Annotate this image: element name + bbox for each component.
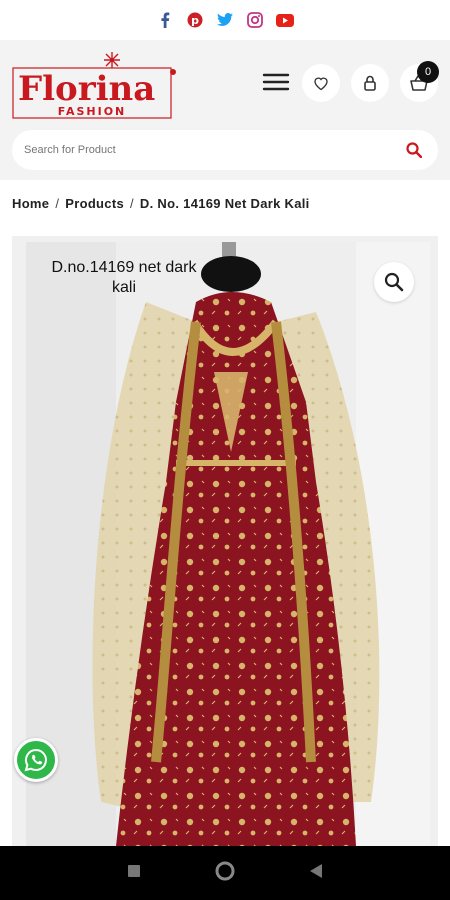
breadcrumb-separator: /	[55, 196, 60, 211]
search-input[interactable]	[24, 144, 384, 156]
heart-icon	[314, 77, 328, 90]
home-button[interactable]	[214, 860, 236, 887]
breadcrumb-separator: /	[130, 196, 134, 211]
recents-button[interactable]	[127, 864, 141, 883]
pinterest-icon[interactable]: p	[186, 11, 204, 29]
product-image[interactable]: D.no.14169 net dark kali	[26, 242, 430, 846]
back-button[interactable]	[309, 863, 323, 884]
breadcrumb-home[interactable]: Home	[12, 196, 49, 211]
zoom-button[interactable]	[374, 262, 414, 302]
brand-subtitle: FASHION	[58, 105, 127, 118]
search-icon[interactable]	[406, 142, 422, 158]
image-caption: D.no.14169 net dark kali	[34, 258, 214, 298]
instagram-icon[interactable]	[246, 11, 264, 29]
brand-logo[interactable]: Florina FASHION	[12, 52, 177, 120]
dress-illustration	[26, 242, 430, 846]
menu-button[interactable]	[262, 72, 292, 94]
facebook-icon[interactable]	[156, 11, 174, 29]
twitter-icon[interactable]	[216, 11, 234, 29]
triangle-back-icon	[310, 863, 323, 878]
logo-flower-icon	[104, 52, 120, 68]
breadcrumb: Home / Products / D. No. 14169 Net Dark Kali	[12, 196, 310, 211]
product-gallery: D.no.14169 net dark kali	[12, 236, 438, 846]
breadcrumb-products[interactable]: Products	[65, 196, 124, 211]
hamburger-icon	[262, 73, 290, 91]
wishlist-button[interactable]	[302, 64, 340, 102]
youtube-icon[interactable]	[276, 11, 294, 29]
cart-count: 0	[424, 66, 432, 78]
image-caption-line: kali	[111, 279, 136, 296]
site-header: Florina FASHION 0	[0, 40, 450, 180]
brand-name: Florina	[18, 69, 155, 109]
lock-icon	[364, 75, 376, 91]
svg-text:p: p	[191, 14, 199, 27]
square-icon	[127, 864, 140, 877]
account-button[interactable]	[351, 64, 389, 102]
cart-count-badge: 0	[417, 61, 439, 83]
whatsapp-button[interactable]	[14, 738, 58, 782]
magnifier-icon	[384, 272, 404, 292]
whatsapp-icon	[24, 748, 47, 772]
social-bar: p	[0, 0, 450, 40]
android-nav-bar	[0, 846, 450, 900]
image-caption-line: D.no.14169 net dark	[51, 259, 197, 276]
circle-icon	[215, 861, 235, 880]
breadcrumb-current: D. No. 14169 Net Dark Kali	[139, 196, 310, 211]
search-bar	[12, 130, 438, 170]
